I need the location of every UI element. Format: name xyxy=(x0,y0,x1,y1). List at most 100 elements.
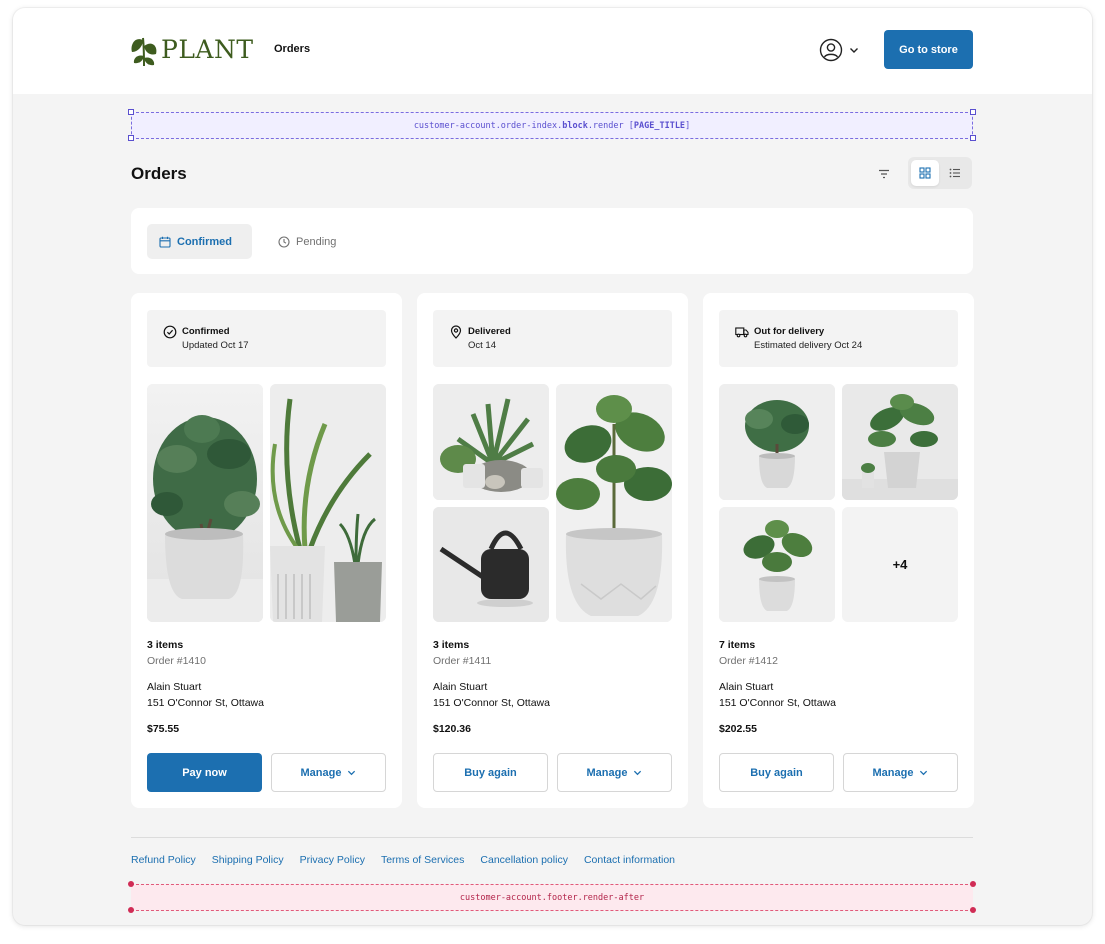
buy-again-button[interactable]: Buy again xyxy=(433,753,548,792)
chevron-down-icon xyxy=(634,770,642,776)
footer-link-refund-policy[interactable]: Refund Policy xyxy=(131,854,196,866)
button-label: Manage xyxy=(586,766,628,779)
ext-label-target: PAGE_TITLE xyxy=(633,120,686,131)
manage-button[interactable]: Manage xyxy=(843,753,958,792)
rubber-plant-illustration xyxy=(842,384,958,500)
ext-handle xyxy=(970,881,976,887)
leaf-logo-icon xyxy=(131,37,157,67)
truck-icon xyxy=(735,327,749,338)
items-count: 7 items xyxy=(719,639,756,651)
tab-pending[interactable]: Pending xyxy=(266,224,348,259)
tab-confirmed[interactable]: Confirmed xyxy=(147,224,252,259)
brand-name: PLANT xyxy=(161,35,254,64)
ext-label-prefix: customer-account.order-index. xyxy=(413,120,563,131)
button-label: Manage xyxy=(300,766,342,779)
ext-handle xyxy=(128,135,134,141)
ext-handle xyxy=(970,135,976,141)
calendar-icon xyxy=(159,236,171,248)
customer-name: Alain Stuart xyxy=(433,681,488,693)
list-icon xyxy=(949,168,960,178)
ext-label-suffix: ] xyxy=(685,120,691,131)
status-detail: Estimated delivery Oct 24 xyxy=(754,340,863,351)
shipping-address: 151 O'Connor St, Ottawa xyxy=(147,697,264,709)
ext-handle xyxy=(970,907,976,913)
order-status: Delivered Oct 14 xyxy=(433,310,672,367)
shipping-address: 151 O'Connor St, Ottawa xyxy=(719,697,836,709)
filter-button[interactable] xyxy=(875,165,893,183)
buy-again-button[interactable]: Buy again xyxy=(719,753,834,792)
footer-link-shipping-policy[interactable]: Shipping Policy xyxy=(212,854,284,866)
jade-bonsai-illustration xyxy=(719,384,835,500)
go-to-store-button[interactable]: Go to store xyxy=(884,30,973,69)
nav-orders-link[interactable]: Orders xyxy=(274,43,310,55)
succulent-illustration xyxy=(433,384,549,500)
fiddle-fig-illustration xyxy=(719,507,835,622)
app-frame: PLANT Orders Go to store customer-accoun… xyxy=(13,8,1092,925)
filter-icon xyxy=(879,169,889,179)
footer-link-cancellation-policy[interactable]: Cancellation policy xyxy=(480,854,568,866)
button-label: Manage xyxy=(872,766,914,779)
grid-view-button[interactable] xyxy=(911,160,939,186)
ext-label-mid: .render [ xyxy=(587,120,634,131)
pay-now-button[interactable]: Pay now xyxy=(147,753,262,792)
product-image-rubber-plant[interactable] xyxy=(842,384,958,500)
order-card: Out for delivery Estimated delivery Oct … xyxy=(703,293,974,808)
more-items-count: +4 xyxy=(892,557,908,572)
footer-links: Refund Policy Shipping Policy Privacy Po… xyxy=(131,854,675,866)
site-header: PLANT Orders Go to store xyxy=(13,8,1092,94)
ext-handle xyxy=(128,881,134,887)
footer-link-contact-information[interactable]: Contact information xyxy=(584,854,675,866)
status-detail: Updated Oct 17 xyxy=(182,340,249,351)
grid-icon xyxy=(919,167,931,179)
product-image-snake-plants[interactable] xyxy=(270,384,386,622)
view-mode-toggle xyxy=(908,157,972,189)
snake-plant-illustration xyxy=(270,384,386,622)
order-total: $120.36 xyxy=(433,723,471,735)
footer-link-terms-of-services[interactable]: Terms of Services xyxy=(381,854,464,866)
check-circle-icon xyxy=(163,325,177,339)
product-image-jade-bonsai[interactable] xyxy=(719,384,835,500)
button-label: Pay now xyxy=(182,766,227,779)
footer-link-privacy-policy[interactable]: Privacy Policy xyxy=(300,854,365,866)
order-total: $202.55 xyxy=(719,723,757,735)
product-image-jade-plant[interactable] xyxy=(147,384,263,622)
manage-button[interactable]: Manage xyxy=(271,753,386,792)
manage-button[interactable]: Manage xyxy=(557,753,672,792)
product-image-fiddle-leaf[interactable] xyxy=(556,384,672,622)
order-number: Order #1412 xyxy=(719,655,778,667)
chevron-down-icon xyxy=(348,770,356,776)
tab-label: Confirmed xyxy=(177,235,232,248)
customer-name: Alain Stuart xyxy=(147,681,202,693)
list-view-button[interactable] xyxy=(941,160,969,186)
jade-plant-illustration xyxy=(147,384,263,622)
shipping-address: 151 O'Connor St, Ottawa xyxy=(433,697,550,709)
location-pin-icon xyxy=(450,325,462,339)
customer-name: Alain Stuart xyxy=(719,681,774,693)
product-image-watering-can[interactable] xyxy=(433,507,549,622)
ext-handle xyxy=(128,907,134,913)
account-menu-button[interactable] xyxy=(819,38,859,62)
items-count: 3 items xyxy=(433,639,470,651)
order-card: Confirmed Updated Oct 17 3 items Order #… xyxy=(131,293,402,808)
footer-divider xyxy=(131,837,973,838)
status-title: Confirmed xyxy=(182,326,230,337)
status-title: Out for delivery xyxy=(754,326,825,337)
more-items-tile[interactable]: +4 xyxy=(842,507,958,622)
product-image-succulent-stones[interactable] xyxy=(433,384,549,500)
ext-label: customer-account.footer.render-after xyxy=(459,892,645,903)
ext-handle xyxy=(970,109,976,115)
extension-point-footer-after: customer-account.footer.render-after xyxy=(131,884,973,911)
ext-label-bold: block xyxy=(562,120,588,131)
button-label: Buy again xyxy=(464,766,517,779)
button-label: Buy again xyxy=(750,766,803,779)
page-title: Orders xyxy=(131,164,187,183)
ext-handle xyxy=(128,109,134,115)
chevron-down-icon xyxy=(920,770,928,776)
order-number: Order #1410 xyxy=(147,655,206,667)
items-count: 3 items xyxy=(147,639,184,651)
product-image-fiddle-fig[interactable] xyxy=(719,507,835,622)
order-total: $75.55 xyxy=(147,723,180,735)
user-circle-icon xyxy=(819,38,843,62)
order-status: Out for delivery Estimated delivery Oct … xyxy=(719,310,958,367)
brand-logo[interactable]: PLANT xyxy=(130,32,254,68)
